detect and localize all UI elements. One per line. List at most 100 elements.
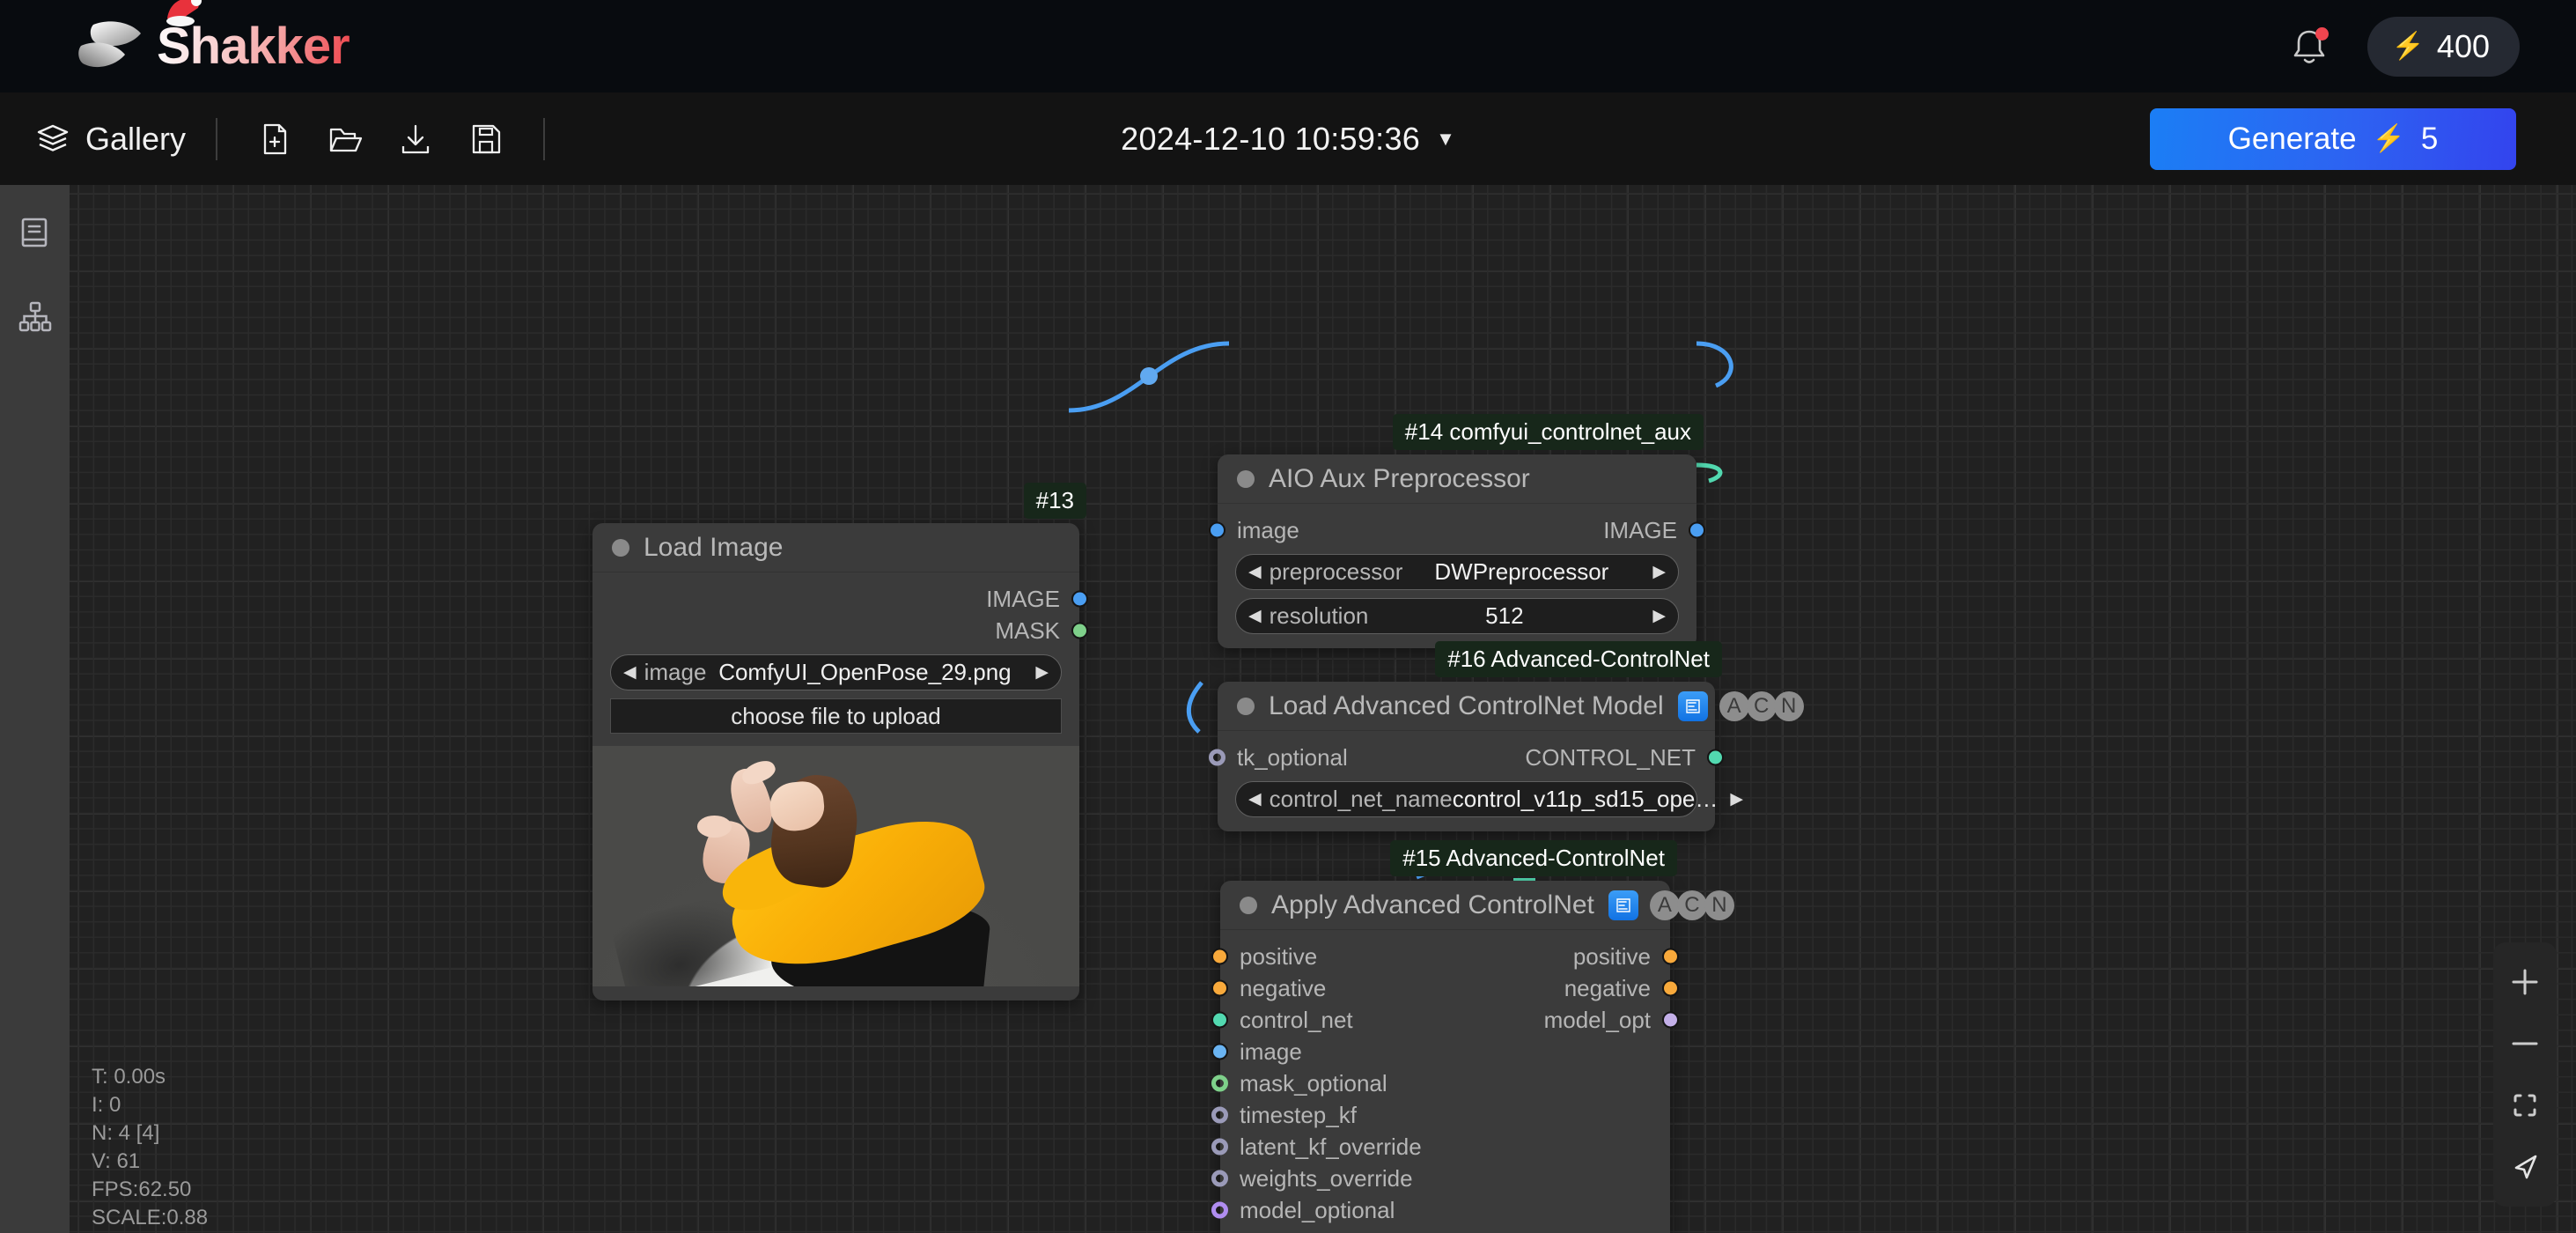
node-port-row[interactable]: positive positive xyxy=(1220,941,1670,972)
port-label: timestep_kf xyxy=(1240,1102,1357,1129)
widget-resolution[interactable]: ◀ resolution 512 ▶ xyxy=(1235,598,1679,634)
port-dot[interactable] xyxy=(1662,980,1679,997)
node-port-row[interactable]: model_optional xyxy=(1220,1194,1670,1226)
new-file-button[interactable] xyxy=(247,112,302,166)
plus-icon xyxy=(2507,964,2543,1000)
node-port-row[interactable]: negative negative xyxy=(1220,972,1670,1004)
port-dot[interactable] xyxy=(1211,1202,1228,1219)
node-output-image[interactable]: IMAGE xyxy=(592,583,1079,615)
sidebar-item-notes[interactable] xyxy=(11,208,60,257)
chevron-left-icon[interactable]: ◀ xyxy=(1248,608,1262,624)
save-button[interactable] xyxy=(459,112,513,166)
port-label: mask_optional xyxy=(1240,1070,1387,1097)
port-dot[interactable] xyxy=(1211,1075,1228,1092)
gallery-button[interactable]: Gallery xyxy=(35,121,186,158)
port-label: latent_kf_override xyxy=(1240,1133,1422,1161)
port-label: positive xyxy=(1240,943,1317,971)
top-bar: Shakker ⚡ 400 xyxy=(0,0,2576,92)
editor-toolbar: Gallery xyxy=(0,92,2576,185)
node-load-advanced-controlnet-model[interactable]: #16 Advanced-ControlNet Load Advanced Co… xyxy=(1218,682,1715,831)
book-icon xyxy=(16,213,55,252)
node-apply-advanced-controlnet[interactable]: #15 Advanced-ControlNet Apply Advanced C… xyxy=(1220,881,1670,1233)
open-folder-button[interactable] xyxy=(318,112,372,166)
port-label: vae_optional xyxy=(1240,1229,1369,1233)
node-collapse-toggle[interactable] xyxy=(1240,897,1257,914)
node-title-bar[interactable]: Load Advanced ControlNet Model A C N xyxy=(1218,682,1715,731)
fit-to-screen-button[interactable] xyxy=(2499,1078,2551,1133)
node-graph-canvas[interactable]: #13 Load Image IMAGE MASK ◀ image xyxy=(70,185,2576,1233)
node-port-row[interactable]: image xyxy=(1220,1036,1670,1067)
brand-logo[interactable]: Shakker xyxy=(77,17,350,76)
image-preview[interactable] xyxy=(592,746,1079,986)
node-collapse-toggle[interactable] xyxy=(1237,698,1255,715)
chevron-left-icon[interactable]: ◀ xyxy=(623,664,637,681)
port-dot[interactable] xyxy=(1211,949,1228,965)
port-label: control_net xyxy=(1240,1007,1353,1034)
lightning-bolt-icon: ⚡ xyxy=(2373,126,2405,152)
chevron-right-icon[interactable]: ▶ xyxy=(1730,791,1743,808)
widget-preprocessor[interactable]: ◀ preprocessor DWPreprocessor ▶ xyxy=(1235,554,1679,590)
zoom-in-button[interactable] xyxy=(2499,955,2551,1009)
widget-label: resolution xyxy=(1270,602,1369,630)
port-dot[interactable] xyxy=(1662,949,1679,965)
port-dot[interactable] xyxy=(1211,1044,1228,1060)
port-dot[interactable] xyxy=(1211,1170,1228,1187)
port-label: tk_optional xyxy=(1237,744,1348,772)
chevron-right-icon[interactable]: ▶ xyxy=(1652,608,1666,624)
generate-button[interactable]: Generate ⚡ 5 xyxy=(2150,108,2516,170)
port-dot[interactable] xyxy=(1211,1012,1228,1029)
acn-letter: N xyxy=(1774,691,1804,721)
toolbar-file-actions xyxy=(247,112,513,166)
node-port-row[interactable]: control_net model_opt xyxy=(1220,1004,1670,1036)
port-dot[interactable] xyxy=(1211,1107,1228,1124)
notifications-button[interactable] xyxy=(2286,24,2332,70)
port-dot[interactable] xyxy=(1071,591,1088,608)
port-dot[interactable] xyxy=(1209,522,1225,539)
node-collapse-toggle[interactable] xyxy=(612,539,629,557)
port-dot[interactable] xyxy=(1209,749,1225,766)
port-dot[interactable] xyxy=(1071,623,1088,639)
zoom-out-button[interactable] xyxy=(2499,1016,2551,1071)
node-badge: #15 Advanced-ControlNet xyxy=(1390,840,1677,876)
port-dot[interactable] xyxy=(1662,1012,1679,1029)
node-output-mask[interactable]: MASK xyxy=(592,615,1079,646)
widget-image[interactable]: ◀ image ComfyUI_OpenPose_29.png ▶ xyxy=(610,654,1062,690)
widget-value: 512 xyxy=(1485,602,1523,630)
chevron-right-icon[interactable]: ▶ xyxy=(1652,564,1666,580)
node-port-row[interactable]: timestep_kf xyxy=(1220,1099,1670,1131)
widget-control-net-name[interactable]: ◀ control_net_name control_v11p_sd15_ope… xyxy=(1235,781,1697,817)
widget-label: preprocessor xyxy=(1270,558,1403,586)
choose-file-button[interactable]: choose file to upload xyxy=(610,698,1062,734)
node-load-image[interactable]: #13 Load Image IMAGE MASK ◀ image xyxy=(592,523,1079,1000)
pointer-tool-button[interactable] xyxy=(2499,1140,2551,1194)
port-label: IMAGE xyxy=(1603,517,1677,544)
node-collapse-toggle[interactable] xyxy=(1237,470,1255,488)
node-port-row[interactable]: mask_optional xyxy=(1220,1067,1670,1099)
acn-blue-badge-icon xyxy=(1678,691,1708,721)
chevron-left-icon[interactable]: ◀ xyxy=(1248,564,1262,580)
node-port-row[interactable]: latent_kf_override xyxy=(1220,1131,1670,1163)
chevron-right-icon[interactable]: ▶ xyxy=(1035,664,1049,681)
node-aio-aux-preprocessor[interactable]: #14 comfyui_controlnet_aux AIO Aux Prepr… xyxy=(1218,454,1696,648)
chevron-left-icon[interactable]: ◀ xyxy=(1248,791,1262,808)
node-title-bar[interactable]: AIO Aux Preprocessor xyxy=(1218,454,1696,504)
credits-badge[interactable]: ⚡ 400 xyxy=(2367,17,2520,77)
toolbar-divider-2 xyxy=(543,118,545,160)
node-body: tk_optional CONTROL_NET ◀ control_net_na… xyxy=(1218,731,1715,831)
port-dot[interactable] xyxy=(1211,980,1228,997)
port-dot[interactable] xyxy=(1211,1139,1228,1155)
download-button[interactable] xyxy=(388,112,443,166)
debug-fps: FPS:62.50 xyxy=(92,1176,208,1204)
widget-value: control_v11p_sd15_ope… xyxy=(1453,786,1719,813)
workflow-title-dropdown[interactable]: 2024-12-10 10:59:36 ▼ xyxy=(1121,121,1455,158)
node-title-bar[interactable]: Load Image xyxy=(592,523,1079,572)
node-title-bar[interactable]: Apply Advanced ControlNet A C N xyxy=(1220,881,1670,930)
node-port-row[interactable]: weights_override xyxy=(1220,1163,1670,1194)
port-dot[interactable] xyxy=(1689,522,1705,539)
node-port-row[interactable]: tk_optional CONTROL_NET xyxy=(1218,742,1715,773)
node-port-row[interactable]: vae_optional xyxy=(1220,1226,1670,1233)
port-dot[interactable] xyxy=(1707,749,1724,766)
top-bar-right: ⚡ 400 xyxy=(2286,0,2520,92)
node-port-row[interactable]: image IMAGE xyxy=(1218,514,1696,546)
sidebar-item-nodes[interactable] xyxy=(11,292,60,342)
